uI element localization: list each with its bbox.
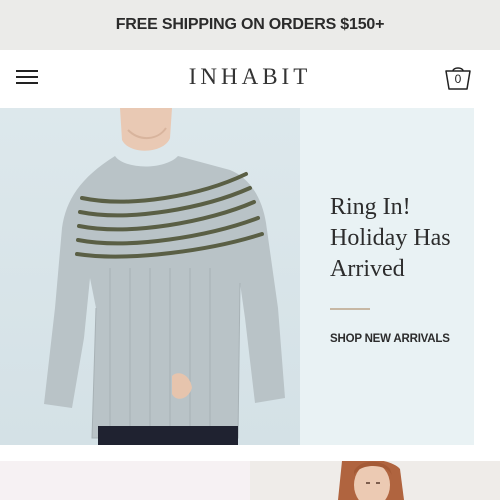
- model-in-striped-sweater: [44, 108, 285, 445]
- promo-tile-right[interactable]: [250, 461, 500, 500]
- hero-banner[interactable]: Ring In! Holiday Has Arrived SHOP NEW AR…: [0, 108, 474, 445]
- hero-divider: [330, 308, 370, 310]
- promo-tile-left[interactable]: [0, 461, 250, 500]
- site-header: INHABIT: [0, 50, 500, 108]
- hero-image[interactable]: [0, 108, 300, 445]
- hero-headline: Ring In! Holiday Has Arrived: [330, 194, 451, 282]
- shop-new-arrivals-link[interactable]: SHOP NEW ARRIVALS: [330, 333, 470, 345]
- model-photo: [338, 461, 404, 500]
- promo-bar: FREE SHIPPING ON ORDERS $150+: [0, 0, 500, 50]
- site-logo[interactable]: INHABIT: [0, 64, 500, 90]
- promo-text: FREE SHIPPING ON ORDERS $150+: [115, 16, 385, 33]
- shopping-bag-icon[interactable]: 0: [444, 64, 472, 92]
- hero-copy: Ring In! Holiday Has Arrived SHOP NEW AR…: [330, 192, 470, 345]
- cart-count: 0: [454, 72, 462, 86]
